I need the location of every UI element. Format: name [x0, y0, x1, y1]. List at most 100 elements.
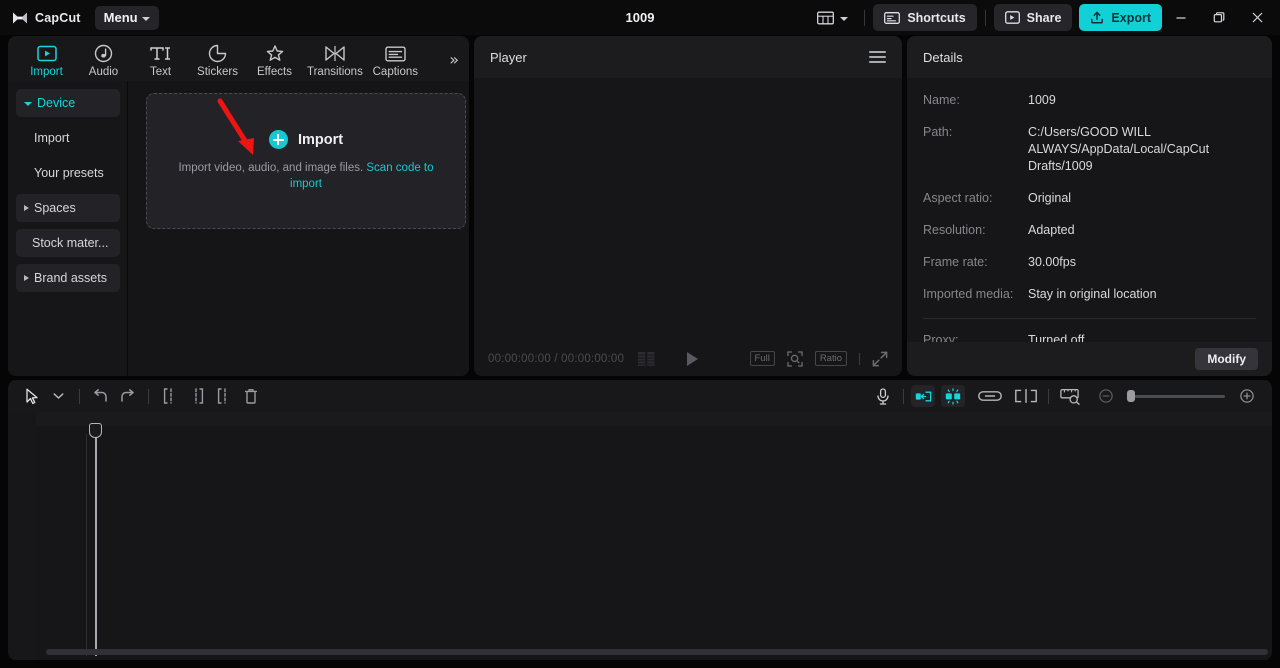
tab-import[interactable]: Import	[18, 38, 75, 78]
details-row-path: Path: C:/Users/GOOD WILL ALWAYS/AppData/…	[923, 124, 1256, 175]
storyboard-grid-icon[interactable]	[638, 351, 655, 366]
minimize-button[interactable]	[1162, 0, 1200, 35]
redo-icon[interactable]	[114, 383, 141, 409]
details-panel: Details Name: 1009 Path: C:/Users/GOOD W…	[907, 36, 1272, 376]
playhead-handle[interactable]	[89, 423, 102, 438]
import-title: Import	[297, 131, 344, 148]
ratio-button[interactable]: Ratio	[814, 351, 847, 366]
zoom-slider-handle[interactable]	[1127, 390, 1135, 402]
details-row-name: Name: 1009	[923, 92, 1256, 109]
layout-grid-icon	[817, 11, 835, 25]
row-label: Aspect ratio:	[923, 191, 993, 205]
row-label: Name:	[923, 93, 960, 107]
tab-label: Text	[149, 66, 172, 78]
row-value: Original	[1028, 191, 1072, 205]
divider	[923, 318, 1256, 319]
undo-icon[interactable]	[87, 383, 114, 409]
import-media-icon	[36, 44, 57, 63]
playhead-line	[95, 430, 97, 656]
share-button[interactable]: Share	[993, 4, 1073, 31]
tab-audio[interactable]: Audio	[75, 38, 132, 78]
timeline-body[interactable]	[8, 412, 1272, 660]
timeline-start-line	[86, 434, 87, 656]
ruler-preview-icon[interactable]	[1056, 383, 1084, 409]
microphone-icon[interactable]	[869, 383, 896, 409]
timeline-toolbar-right	[869, 383, 1262, 409]
player-controls: 00:00:00:00 / 00:00:00:00 Full Ratio	[474, 341, 902, 376]
sidebar-item-device[interactable]: Device	[16, 89, 120, 117]
keyboard-icon	[884, 11, 901, 24]
player-canvas[interactable]	[474, 78, 902, 341]
hamburger-menu-icon[interactable]	[869, 51, 886, 63]
sidebar-item-stock-materials[interactable]: Stock mater...	[16, 229, 120, 257]
tab-text[interactable]: Text	[132, 38, 189, 78]
magnifier-frame-icon[interactable]	[787, 350, 803, 367]
export-upload-icon	[1090, 11, 1104, 24]
trim-right-icon[interactable]	[210, 383, 237, 409]
menu-button[interactable]: Menu	[94, 5, 159, 30]
details-row-resolution: Resolution: Adapted	[923, 222, 1256, 239]
tab-effects[interactable]: Effects	[246, 38, 303, 78]
details-row-imported-media: Imported media: Stay in original locatio…	[923, 286, 1256, 303]
text-ti-icon	[149, 44, 173, 63]
sidebar-item-label: Device	[37, 96, 76, 110]
play-triangle-icon[interactable]	[687, 351, 699, 366]
details-body: Name: 1009 Path: C:/Users/GOOD WILL ALWA…	[907, 78, 1272, 376]
row-value: C:/Users/GOOD WILL ALWAYS/AppData/Local/…	[1028, 125, 1210, 173]
sticker-circle-icon	[208, 44, 227, 63]
modify-button[interactable]: Modify	[1195, 348, 1258, 370]
split-icon[interactable]	[156, 383, 183, 409]
tab-label: Stickers	[197, 66, 238, 78]
cursor-arrow-icon[interactable]	[18, 383, 45, 409]
mirror-clip-icon[interactable]	[1011, 383, 1041, 409]
tab-transitions[interactable]: Transitions	[303, 38, 367, 78]
layout-switch-button[interactable]	[809, 5, 856, 31]
sidebar-item-label: Stock mater...	[32, 236, 109, 250]
sidebar-item-import[interactable]: Import	[16, 124, 120, 152]
row-label: Frame rate:	[923, 255, 988, 269]
delete-icon[interactable]	[237, 383, 264, 409]
magnet-toggle[interactable]	[941, 385, 965, 407]
share-label: Share	[1026, 10, 1062, 25]
expand-fullscreen-icon[interactable]	[872, 351, 888, 367]
zoom-in-icon[interactable]	[1233, 383, 1260, 409]
timeline-horizontal-scrollbar[interactable]	[46, 649, 1268, 655]
link-icon[interactable]	[975, 383, 1005, 409]
music-note-icon	[94, 44, 113, 63]
current-time: 00:00:00:00	[488, 352, 551, 365]
import-dropzone[interactable]: Import Import video, audio, and image fi…	[146, 93, 466, 229]
timeline-zoom-slider[interactable]	[1127, 390, 1225, 402]
chevron-right-icon	[24, 205, 29, 211]
player-view-options: Full Ratio	[749, 350, 889, 367]
chevron-down-icon[interactable]	[45, 383, 72, 409]
timeline-ruler[interactable]	[8, 412, 1272, 426]
close-button[interactable]	[1238, 0, 1276, 35]
shortcuts-label: Shortcuts	[907, 10, 966, 25]
details-header: Details	[907, 36, 1272, 78]
timeline-track-gutter	[8, 412, 36, 660]
sidebar-item-your-presets[interactable]: Your presets	[16, 159, 120, 187]
tab-stickers[interactable]: Stickers	[189, 38, 246, 78]
sidebar-item-label: Your presets	[34, 166, 104, 180]
chevron-right-icon	[24, 275, 29, 281]
export-button[interactable]: Export	[1079, 4, 1162, 31]
auto-snap-toggle[interactable]	[911, 385, 935, 407]
sidebar-item-brand-assets[interactable]: Brand assets	[16, 264, 120, 292]
import-content-area: Import Import video, audio, and image fi…	[128, 81, 469, 376]
row-value: Adapted	[1028, 223, 1075, 237]
restore-icon	[1213, 11, 1225, 24]
row-label: Resolution:	[923, 223, 986, 237]
maximize-button[interactable]	[1200, 0, 1238, 35]
zoom-out-icon[interactable]	[1092, 383, 1119, 409]
shortcuts-button[interactable]: Shortcuts	[873, 4, 977, 31]
sidebar-item-spaces[interactable]: Spaces	[16, 194, 120, 222]
full-view-button[interactable]: Full	[749, 351, 775, 366]
details-title: Details	[923, 49, 963, 65]
details-footer: Modify	[907, 342, 1272, 376]
row-value: 30.00fps	[1028, 255, 1076, 269]
trim-left-icon[interactable]	[183, 383, 210, 409]
project-title-text: 1009	[625, 10, 655, 25]
chevron-double-right-icon[interactable]: »	[449, 50, 459, 69]
chevron-down-icon	[840, 16, 849, 21]
tab-captions[interactable]: Captions	[367, 38, 424, 78]
